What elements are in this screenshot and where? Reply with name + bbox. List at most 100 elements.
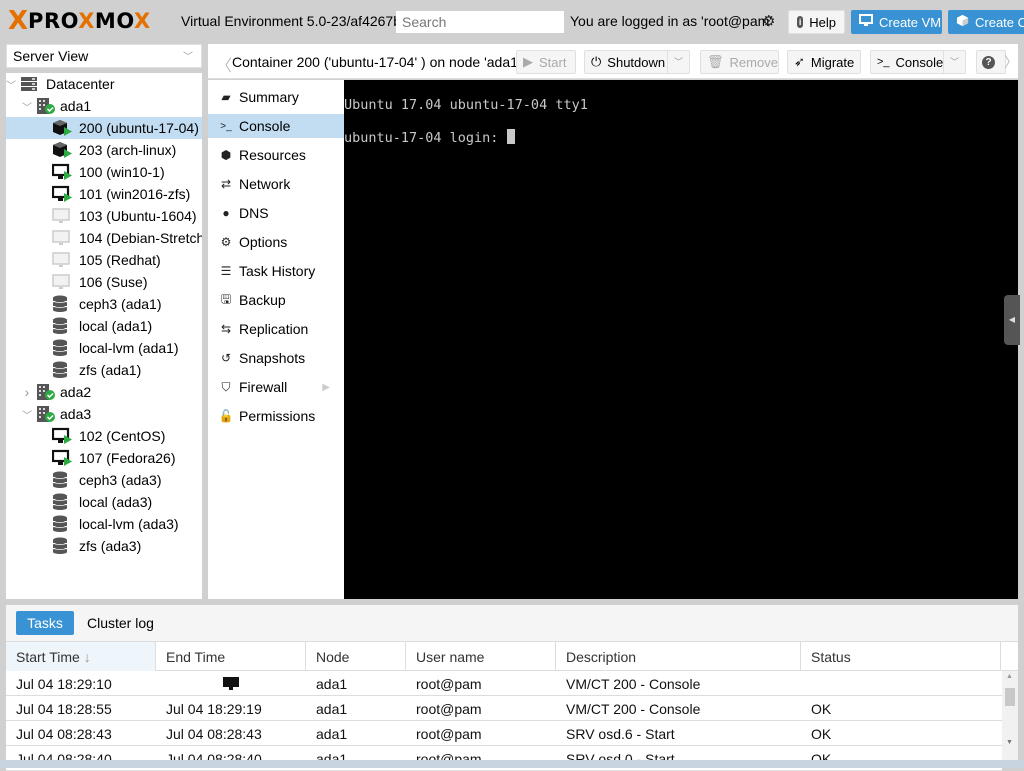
help-button[interactable]: i Help xyxy=(788,10,845,34)
tree-item-storage[interactable]: ceph3 (ada1) xyxy=(6,293,202,315)
shutdown-button[interactable]: ⏻ Shutdown ﹀ xyxy=(584,50,690,74)
tree-item-node[interactable]: ﹀ ada1 xyxy=(6,95,202,117)
subnav-item-permissions[interactable]: 🔓 Permissions xyxy=(208,404,344,428)
vm-running-icon xyxy=(51,449,72,467)
tree-item-vm[interactable]: 106 (Suse) xyxy=(6,271,202,293)
subnav-item-firewall[interactable]: ⛉ Firewall ▶ xyxy=(208,375,344,399)
table-row[interactable]: Jul 04 08:28:43 Jul 04 08:28:43 ada1 root@p… xyxy=(6,721,1002,746)
tree-item-vm[interactable]: 105 (Redhat) xyxy=(6,249,202,271)
subnav-item-console[interactable]: >_ Console xyxy=(208,114,344,138)
subnav-item-summary[interactable]: ▰ Summary xyxy=(208,85,344,109)
tree-item-label: zfs (ada3) xyxy=(79,538,142,554)
scroll-thumb[interactable] xyxy=(1005,688,1015,706)
tree-item-label: ada1 xyxy=(60,98,92,114)
expanded-chevron-icon[interactable]: ﹀ xyxy=(22,99,32,114)
tree-item-vm[interactable]: 100 (win10-1) xyxy=(6,161,202,183)
play-icon: ▶ xyxy=(523,54,533,69)
subnav-item-options[interactable]: ⚙ Options xyxy=(208,230,344,254)
subnav-item-resources[interactable]: ⬢ Resources xyxy=(208,143,344,167)
collapsed-chevron-icon[interactable]: › xyxy=(22,384,32,400)
tree-item-label: ceph3 (ada3) xyxy=(79,472,162,488)
create-vm-button[interactable]: Create VM xyxy=(851,10,942,34)
remove-button[interactable]: 🗑 Remove xyxy=(700,50,779,74)
tasks-grid: Start Time ↓ End Time Node User name Des… xyxy=(6,641,1018,771)
tree-item-datacenter[interactable]: ﹀ Datacenter xyxy=(6,73,202,95)
subnav-item-snapshots[interactable]: ↺ Snapshots xyxy=(208,346,344,370)
tree-item-storage[interactable]: local-lvm (ada3) xyxy=(6,513,202,535)
table-row[interactable]: Jul 04 18:29:10 ada1 root@pam VM/CT 200 - C… xyxy=(6,671,1002,696)
tree-item-ct[interactable]: 200 (ubuntu-17-04) xyxy=(6,117,202,139)
tree-item-label: Datacenter xyxy=(46,76,115,92)
terminal-icon: >_ xyxy=(220,120,232,132)
subnav-item-task-history[interactable]: ☰ Task History xyxy=(208,259,344,283)
expanded-chevron-icon[interactable]: ﹀ xyxy=(22,407,32,422)
cell-user: root@pam xyxy=(416,701,482,717)
chevron-right-icon[interactable]: 〉 xyxy=(1004,52,1018,72)
gear-icon[interactable]: ⚙ xyxy=(762,12,775,30)
cell-status: OK xyxy=(811,701,832,717)
migrate-button[interactable]: ➶ Migrate xyxy=(787,50,861,74)
column-header-end-time[interactable]: End Time xyxy=(156,642,306,671)
cell-user: root@pam xyxy=(416,726,482,742)
expanded-chevron-icon[interactable]: ﹀ xyxy=(6,77,16,92)
chevron-left-icon[interactable]: 〈 xyxy=(216,52,232,76)
column-header-user-name[interactable]: User name xyxy=(406,642,556,671)
side-panel-toggle[interactable]: ◀ xyxy=(1004,295,1020,345)
console-menu-chevron-icon[interactable]: ﹀ xyxy=(943,51,965,73)
help-icon-button[interactable]: ? xyxy=(976,50,1006,74)
cell-start: Jul 04 18:28:55 xyxy=(16,701,112,717)
tree-item-label: local (ada1) xyxy=(79,318,153,334)
vm-stopped-icon xyxy=(52,207,72,225)
subnav-item-replication[interactable]: ⇆ Replication xyxy=(208,317,344,341)
tree-item-vm[interactable]: 107 (Fedora26) xyxy=(6,447,202,469)
scroll-down-icon[interactable]: ▼ xyxy=(1006,739,1013,746)
paper-plane-icon: ➶ xyxy=(794,54,805,69)
logo-x-mark: X xyxy=(8,6,29,36)
tree-item-vm[interactable]: 102 (CentOS) xyxy=(6,425,202,447)
tree-item-ct[interactable]: 203 (arch-linux) xyxy=(6,139,202,161)
subnav-item-network[interactable]: ⇄ Network xyxy=(208,172,344,196)
tree-item-label: local-lvm (ada1) xyxy=(79,340,179,356)
grid-scrollbar[interactable]: ▲ ▼ xyxy=(1002,671,1018,768)
proxmox-logo: X PROXMOX xyxy=(8,6,151,36)
tree-item-storage[interactable]: local (ada3) xyxy=(6,491,202,513)
tree-item-storage[interactable]: ceph3 (ada3) xyxy=(6,469,202,491)
grid-header: Start Time ↓ End Time Node User name Des… xyxy=(6,641,1018,671)
subnav-item-label: Replication xyxy=(239,321,309,337)
logo-text: PRO xyxy=(28,9,79,33)
vm-running-icon xyxy=(51,427,72,445)
subnav-item-dns[interactable]: ● DNS xyxy=(208,201,344,225)
view-select[interactable]: Server View ﹀ xyxy=(6,44,202,68)
shutdown-menu-chevron-icon[interactable]: ﹀ xyxy=(667,51,689,73)
column-header-status[interactable]: Status xyxy=(801,642,1001,671)
tree-item-node[interactable]: › ada2 xyxy=(6,381,202,403)
cell-start: Jul 04 08:28:43 xyxy=(16,726,112,742)
login-status: You are logged in as 'root@pam' xyxy=(570,13,772,29)
resource-tree: ﹀ Datacenter ﹀ ada1 200 (ubuntu-17-04) 203 (a… xyxy=(6,73,202,599)
tree-item-vm[interactable]: 101 (win2016-zfs) xyxy=(6,183,202,205)
table-row[interactable]: Jul 04 18:28:55 Jul 04 18:29:19 ada1 root@p… xyxy=(6,696,1002,721)
create-ct-button[interactable]: Create CT xyxy=(948,10,1024,34)
console-terminal[interactable]: Ubuntu 17.04 ubuntu-17-04 tty1 ubuntu-17… xyxy=(344,80,1018,599)
container-running-icon xyxy=(52,141,72,159)
subnav-item-backup[interactable]: 🖫 Backup xyxy=(208,288,344,312)
search-input[interactable] xyxy=(396,11,564,33)
console-button[interactable]: >_ Console ﹀ xyxy=(870,50,966,74)
scroll-up-icon[interactable]: ▲ xyxy=(1006,673,1013,680)
column-header-node[interactable]: Node xyxy=(306,642,406,671)
tree-item-storage[interactable]: local-lvm (ada1) xyxy=(6,337,202,359)
tree-item-storage[interactable]: zfs (ada3) xyxy=(6,535,202,557)
cube-icon: ⬢ xyxy=(220,148,232,162)
column-header-description[interactable]: Description xyxy=(556,642,801,671)
tree-item-vm[interactable]: 104 (Debian-Stretch) xyxy=(6,227,202,249)
tab-tasks[interactable]: Tasks xyxy=(16,611,74,635)
tree-item-storage[interactable]: zfs (ada1) xyxy=(6,359,202,381)
start-button[interactable]: ▶ Start xyxy=(516,50,576,74)
tree-item-storage[interactable]: local (ada1) xyxy=(6,315,202,337)
column-header-start-time[interactable]: Start Time ↓ xyxy=(6,642,156,671)
caret-left-icon: ◀ xyxy=(1008,315,1016,324)
tree-item-label: zfs (ada1) xyxy=(79,362,142,378)
tree-item-node[interactable]: ﹀ ada3 xyxy=(6,403,202,425)
tree-item-vm[interactable]: 103 (Ubuntu-1604) xyxy=(6,205,202,227)
tab-cluster-log[interactable]: Cluster log xyxy=(87,615,154,631)
